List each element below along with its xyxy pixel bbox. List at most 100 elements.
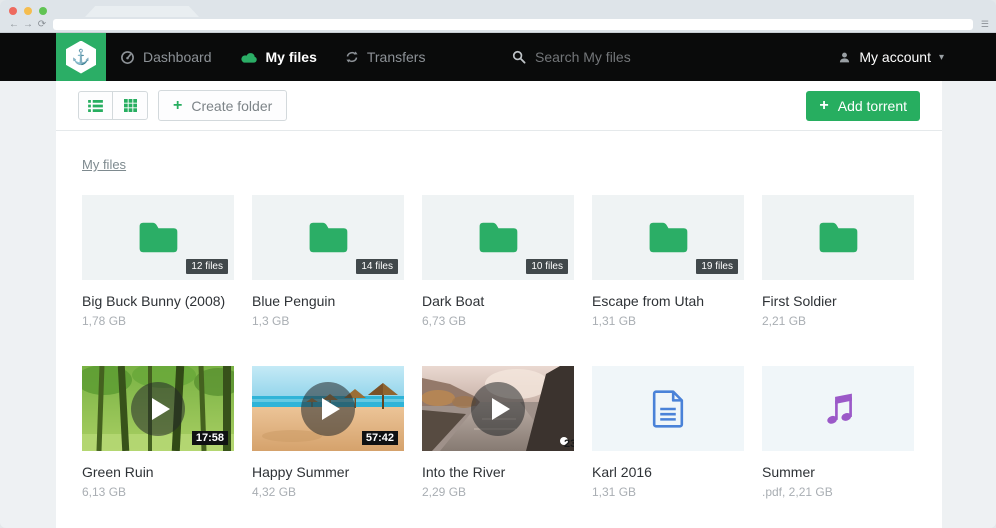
file-card-folder[interactable]: 14 files Blue Penguin 1,3 GB [252,195,404,328]
folder-tile: 19 files [592,195,744,280]
reload-icon[interactable]: ⟳ [35,20,49,30]
create-folder-button[interactable]: + Create folder [158,90,287,121]
file-card-document[interactable]: Karl 2016 1,31 GB [592,366,744,499]
file-size: 2,29 GB [422,485,574,499]
file-card-video[interactable]: 57:42 Happy Summer 4,32 GB [252,366,404,499]
video-tile: 57:42 [252,366,404,451]
play-icon [471,382,525,436]
add-torrent-label: Add torrent [838,98,907,114]
audio-tile [762,366,914,451]
folder-tile: 10 files [422,195,574,280]
music-note-icon [818,389,858,429]
play-icon [131,382,185,436]
list-view-button[interactable] [79,92,113,119]
app-window: ← → ⟳ ☰ ⚓ Dashboard [0,0,996,528]
cloud-icon [240,51,258,64]
main-nav: Dashboard My files Transfers [120,33,425,81]
nav-label: Transfers [367,49,426,65]
file-name: Summer [762,464,914,480]
file-name: First Soldier [762,293,914,309]
grid-view-button[interactable] [113,92,147,119]
minimize-window-button[interactable] [24,7,32,15]
browser-chrome: ← → ⟳ ☰ [0,0,996,33]
nav-label: Dashboard [143,49,212,65]
duration-badge: 23:49 [560,437,568,445]
file-size: 1,31 GB [592,485,744,499]
duration-badge: 17:58 [192,431,228,445]
video-tile: 17:58 [82,366,234,451]
file-size: 1,3 GB [252,314,404,328]
file-size: 1,31 GB [592,314,744,328]
file-size: 4,32 GB [252,485,404,499]
plus-icon: + [819,98,828,114]
duration-badge: 57:42 [362,431,398,445]
browser-tab[interactable] [85,6,199,17]
folder-tile: 14 files [252,195,404,280]
file-name: Green Ruin [82,464,234,480]
content-panel: + Create folder + Add torrent My files 1… [56,81,942,528]
view-toggle [78,91,148,120]
list-view-icon [88,100,103,112]
browser-toolbar: ← → ⟳ ☰ [0,17,996,32]
file-name: Happy Summer [252,464,404,480]
close-window-button[interactable] [9,7,17,15]
folder-tile: 12 files [82,195,234,280]
folder-icon [305,219,351,256]
account-label: My account [859,49,931,65]
user-icon [838,51,851,64]
document-icon [649,388,687,430]
file-name: Dark Boat [422,293,574,309]
file-count-badge: 14 files [356,259,398,274]
transfers-refresh-icon [345,50,359,64]
logo-hexagon: ⚓ [66,41,96,74]
file-count-badge: 12 files [186,259,228,274]
nav-item-transfers[interactable]: Transfers [345,49,426,65]
folder-icon [815,219,861,256]
file-count-badge: 10 files [526,259,568,274]
file-card-video[interactable]: 17:58 Green Ruin 6,13 GB [82,366,234,499]
file-name: Blue Penguin [252,293,404,309]
browser-menu-icon[interactable]: ☰ [981,19,989,30]
forward-icon[interactable]: → [21,20,35,30]
file-card-folder[interactable]: 10 files Dark Boat 6,73 GB [422,195,574,328]
nav-item-dashboard[interactable]: Dashboard [120,49,212,65]
files-toolbar: + Create folder + Add torrent [56,81,942,131]
account-menu[interactable]: My account ▾ [838,33,944,81]
folder-tile [762,195,914,280]
chevron-down-icon: ▾ [939,52,944,63]
app-logo[interactable]: ⚓ [56,33,106,81]
add-torrent-button[interactable]: + Add torrent [806,91,920,121]
file-size: 1,78 GB [82,314,234,328]
nav-item-my-files[interactable]: My files [240,49,317,65]
file-name: Into the River [422,464,574,480]
file-size: 2,21 GB [762,314,914,328]
search-box [512,33,745,81]
file-name: Big Buck Bunny (2008) [82,293,234,309]
window-controls [9,7,47,15]
file-card-folder[interactable]: 19 files Escape from Utah 1,31 GB [592,195,744,328]
search-icon [512,50,526,64]
file-card-audio[interactable]: Summer .pdf, 2,21 GB [762,366,914,499]
grid-view-icon [124,99,137,112]
search-input[interactable] [535,49,745,65]
breadcrumb[interactable]: My files [82,157,126,172]
file-size: .pdf, 2,21 GB [762,485,914,499]
plus-icon: + [173,98,182,114]
file-card-folder[interactable]: 12 files Big Buck Bunny (2008) 1,78 GB [82,195,234,328]
file-name: Karl 2016 [592,464,744,480]
file-size: 6,13 GB [82,485,234,499]
folder-icon [475,219,521,256]
anchor-icon: ⚓ [72,50,91,65]
file-card-video[interactable]: 23:49 Into the River 2,29 GB [422,366,574,499]
file-count-badge: 19 files [696,259,738,274]
url-input[interactable] [53,19,973,30]
file-size: 6,73 GB [422,314,574,328]
file-name: Escape from Utah [592,293,744,309]
file-card-folder[interactable]: First Soldier 2,21 GB [762,195,914,328]
nav-label: My files [266,49,317,65]
back-icon[interactable]: ← [7,20,21,30]
top-navbar: ⚓ Dashboard My files [0,33,996,81]
files-grid: 12 files Big Buck Bunny (2008) 1,78 GB 1… [82,195,916,499]
zoom-window-button[interactable] [39,7,47,15]
document-tile [592,366,744,451]
